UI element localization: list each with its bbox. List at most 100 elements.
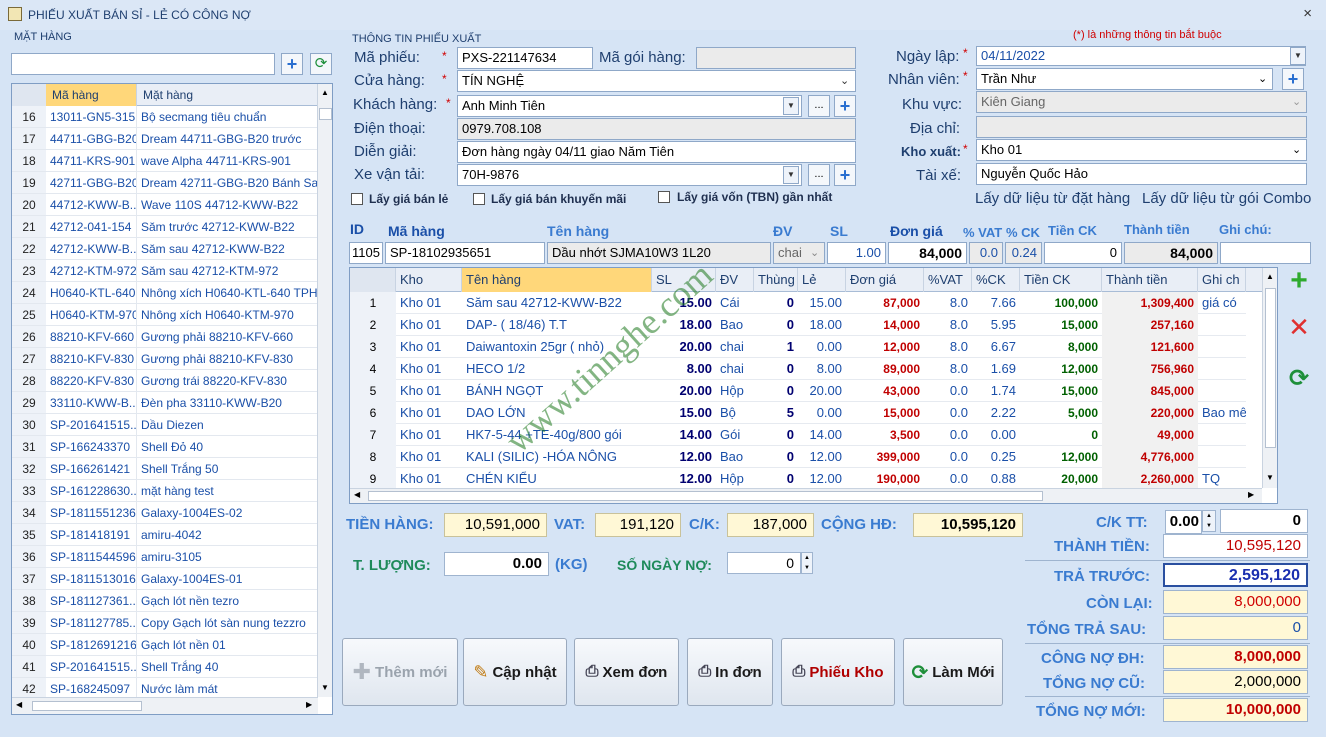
col-kho-header[interactable]: Kho bbox=[396, 268, 462, 292]
item-list-row[interactable]: 27 88210-KFV-830 Gương phải 88210-KFV-830 bbox=[12, 348, 318, 370]
scroll-thumb[interactable] bbox=[1265, 288, 1276, 448]
chevron-down-icon[interactable]: ⌄ bbox=[810, 246, 819, 259]
chevron-down-icon[interactable]: ⌄ bbox=[840, 74, 849, 87]
chk-gia-von[interactable] bbox=[658, 191, 670, 203]
scroll-up-icon[interactable]: ▲ bbox=[321, 88, 329, 97]
scroll-right-icon[interactable]: ▶ bbox=[306, 700, 312, 709]
detail-row[interactable]: 2 Kho 01 DAP- ( 18/46) T.T 18.00 Bao 0 18.00 14… bbox=[350, 314, 1246, 336]
entry-vat-field[interactable]: 0.0 bbox=[969, 242, 1003, 264]
them-moi-button[interactable]: ✚ Thêm mới bbox=[342, 638, 458, 706]
in-don-button[interactable]: ⎙ In đơn bbox=[687, 638, 773, 706]
scroll-up-icon[interactable]: ▲ bbox=[1266, 272, 1274, 281]
item-list-row[interactable]: 35 SP-181418191 amiru-4042 bbox=[12, 524, 318, 546]
calendar-dropdown-icon[interactable]: ▼ bbox=[1290, 47, 1306, 65]
chevron-down-icon[interactable]: ⌄ bbox=[1258, 72, 1267, 85]
xe-van-tai-browse-button[interactable]: ... bbox=[808, 164, 830, 186]
ngay-lap-field[interactable]: 04/11/2022 bbox=[976, 46, 1306, 66]
so-ngay-no-field[interactable]: 0 bbox=[727, 552, 801, 574]
item-list-row[interactable]: 32 SP-166261421 Shell Trắng 50 bbox=[12, 458, 318, 480]
tai-xe-field[interactable]: Nguyễn Quốc Hảo bbox=[976, 163, 1307, 185]
khach-hang-select[interactable]: Anh Minh Tiên bbox=[457, 95, 802, 117]
col-ck-header[interactable]: %CK bbox=[972, 268, 1020, 292]
tra-truoc-field[interactable]: 2,595,120 bbox=[1163, 563, 1308, 587]
lam-moi-button[interactable]: ⟳ Làm Mới bbox=[903, 638, 1003, 706]
col-ghi-chu-header[interactable]: Ghi ch bbox=[1198, 268, 1246, 292]
ck-tt-spinner[interactable]: ▲ ▼ bbox=[1202, 510, 1216, 532]
col-vat-header[interactable]: %VAT bbox=[924, 268, 972, 292]
entry-tien-ck-field[interactable]: 0 bbox=[1044, 242, 1122, 264]
add-employee-icon[interactable]: + bbox=[1282, 68, 1304, 90]
detail-row[interactable]: 8 Kho 01 KALI (SILIC) -HÓA NÔNG 12.00 Bao 0 12… bbox=[350, 446, 1246, 468]
detail-grid-vscrollbar[interactable]: ▲ ▼ bbox=[1262, 268, 1277, 488]
detail-row[interactable]: 3 Kho 01 Daiwantoxin 25gr ( nhỏ) 20.00 chai 1… bbox=[350, 336, 1246, 358]
entry-ma-hang-field[interactable]: SP-18102935651 bbox=[385, 242, 545, 264]
entry-ghi-chu-field[interactable] bbox=[1220, 242, 1311, 264]
ma-phieu-field[interactable]: PXS-221147634 bbox=[457, 47, 593, 69]
item-list-row[interactable]: 26 88210-KFV-660 Gương phải 88210-KFV-660 bbox=[12, 326, 318, 348]
item-list-row[interactable]: 39 SP-181127785... Copy Gạch lót sàn nung … bbox=[12, 612, 318, 634]
col-don-gia-header[interactable]: Đơn giá bbox=[846, 268, 924, 292]
scroll-left-icon[interactable]: ◀ bbox=[354, 490, 360, 499]
item-list-row[interactable]: 23 42712-KTM-972 Săm sau 42712-KTM-972 bbox=[12, 260, 318, 282]
col-sl-header[interactable]: SL bbox=[652, 268, 716, 292]
col-ma-hang[interactable]: Mã hàng bbox=[46, 84, 136, 106]
dien-thoai-field[interactable]: 0979.708.108 bbox=[457, 118, 856, 140]
item-list-row[interactable]: 40 SP-1812691216 Gạch lót nền 01 bbox=[12, 634, 318, 656]
item-list-row[interactable]: 29 33110-KWW-B... Đèn pha 33110-KWW-B20 bbox=[12, 392, 318, 414]
chk-gia-ban-le[interactable] bbox=[351, 193, 363, 205]
ck-tt-percent-field[interactable]: 0.00 bbox=[1165, 510, 1202, 534]
item-list-row[interactable]: 37 SP-1811513016 Galaxy-1004ES-01 bbox=[12, 568, 318, 590]
xe-van-tai-select[interactable]: 70H-9876 bbox=[457, 164, 802, 186]
item-list-row[interactable]: 21 42712-041-154 Săm trước 42712-KWW-B22 bbox=[12, 216, 318, 238]
entry-id-field[interactable]: 1105 bbox=[349, 242, 383, 264]
chk-gia-khuyen-mai[interactable] bbox=[473, 193, 485, 205]
close-icon[interactable]: × bbox=[1303, 5, 1312, 23]
item-list-row[interactable]: 16 13011-GN5-315 Bộ secmang tiêu chuẩn bbox=[12, 106, 318, 128]
scroll-left-icon[interactable]: ◀ bbox=[16, 700, 22, 709]
detail-row[interactable]: 5 Kho 01 BÁNH NGỌT 20.00 Hộp 0 20.00 43,000 0.0 1… bbox=[350, 380, 1246, 402]
detail-row[interactable]: 7 Kho 01 HK7-5-44 +TE-40g/800 gói 14.00 Gói 0… bbox=[350, 424, 1246, 446]
detail-row[interactable]: 6 Kho 01 DAO LỚN 15.00 Bộ 5 0.00 15,000 0.0 2.22 5… bbox=[350, 402, 1246, 424]
col-tien-ck-header[interactable]: Tiền CK bbox=[1020, 268, 1102, 292]
dia-chi-field[interactable] bbox=[976, 116, 1307, 138]
item-list-row[interactable]: 34 SP-1811551236 Galaxy-1004ES-02 bbox=[12, 502, 318, 524]
delete-row-icon[interactable]: ✕ bbox=[1285, 313, 1313, 341]
chevron-down-icon[interactable]: ⌄ bbox=[1292, 95, 1301, 108]
dien-giai-field[interactable]: Đơn hàng ngày 04/11 giao Năm Tiên bbox=[457, 141, 856, 163]
cua-hang-select[interactable]: TÍN NGHỆ bbox=[457, 70, 856, 92]
item-search-input[interactable] bbox=[11, 53, 275, 75]
add-row-icon[interactable]: + bbox=[1285, 266, 1313, 296]
nhan-vien-select[interactable]: Trần Như bbox=[976, 68, 1273, 90]
item-list-row[interactable]: 38 SP-181127361... Gạch lót nền tezro bbox=[12, 590, 318, 612]
item-list-row[interactable]: 30 SP-201641515... Dầu Diezen bbox=[12, 414, 318, 436]
item-list-row[interactable]: 17 44711-GBG-B20 Dream 44711-GBG-B20 trước bbox=[12, 128, 318, 150]
item-list-row[interactable]: 19 42711-GBG-B20 Dream 42711-GBG-B20 Bánh … bbox=[12, 172, 318, 194]
scroll-down-icon[interactable]: ▼ bbox=[321, 683, 329, 692]
item-list-row[interactable]: 24 H0640-KTL-640 Nhông xích H0640-KTL-640 … bbox=[12, 282, 318, 304]
col-thanh-tien-header[interactable]: Thành tiền bbox=[1102, 268, 1198, 292]
add-item-icon[interactable]: + bbox=[281, 53, 303, 75]
detail-row[interactable]: 1 Kho 01 Săm sau 42712-KWW-B22 15.00 Cái 0 15.… bbox=[350, 292, 1246, 314]
khach-hang-browse-button[interactable]: ... bbox=[808, 95, 830, 117]
col-mat-hang[interactable]: Mặt hàng bbox=[136, 84, 318, 106]
scroll-thumb[interactable] bbox=[319, 108, 332, 120]
item-list-row[interactable]: 33 SP-161228630... mặt hàng test bbox=[12, 480, 318, 502]
detail-row[interactable]: 4 Kho 01 HECO 1/2 8.00 chai 0 8.00 89,000 8.0 1.6… bbox=[350, 358, 1246, 380]
entry-ten-hang-field[interactable]: Dầu nhớt SJMA10W3 1L20 bbox=[547, 242, 771, 264]
item-list-row[interactable]: 20 44712-KWW-B... Wave 110S 44712-KWW-B22 bbox=[12, 194, 318, 216]
add-customer-icon[interactable]: + bbox=[834, 95, 856, 117]
chevron-down-icon[interactable]: ▼ bbox=[783, 166, 799, 184]
t-luong-field[interactable]: 0.00 bbox=[444, 552, 549, 576]
entry-thanh-tien-field[interactable]: 84,000 bbox=[1124, 242, 1218, 264]
item-list-row[interactable]: 18 44711-KRS-901 wave Alpha 44711-KRS-901 bbox=[12, 150, 318, 172]
chevron-down-icon[interactable]: ⌄ bbox=[1292, 143, 1301, 156]
col-le-header[interactable]: Lẻ bbox=[798, 268, 846, 292]
lay-du-lieu-dat-hang-link[interactable]: Lấy dữ liệu từ đặt hàng bbox=[975, 190, 1130, 208]
entry-ck-field[interactable]: 0.24 bbox=[1005, 242, 1042, 264]
col-dv-header[interactable]: ĐV bbox=[716, 268, 754, 292]
kho-xuat-select[interactable]: Kho 01 bbox=[976, 139, 1307, 161]
so-ngay-no-spinner[interactable]: ▲ ▼ bbox=[801, 552, 813, 574]
khu-vuc-select[interactable]: Kiên Giang bbox=[976, 91, 1307, 113]
item-list-row[interactable]: 25 H0640-KTM-970 Nhông xích H0640-KTM-970 bbox=[12, 304, 318, 326]
detail-row[interactable]: 9 Kho 01 CHÉN KIỂU 12.00 Hộp 0 12.00 190,000 0.0… bbox=[350, 468, 1246, 490]
